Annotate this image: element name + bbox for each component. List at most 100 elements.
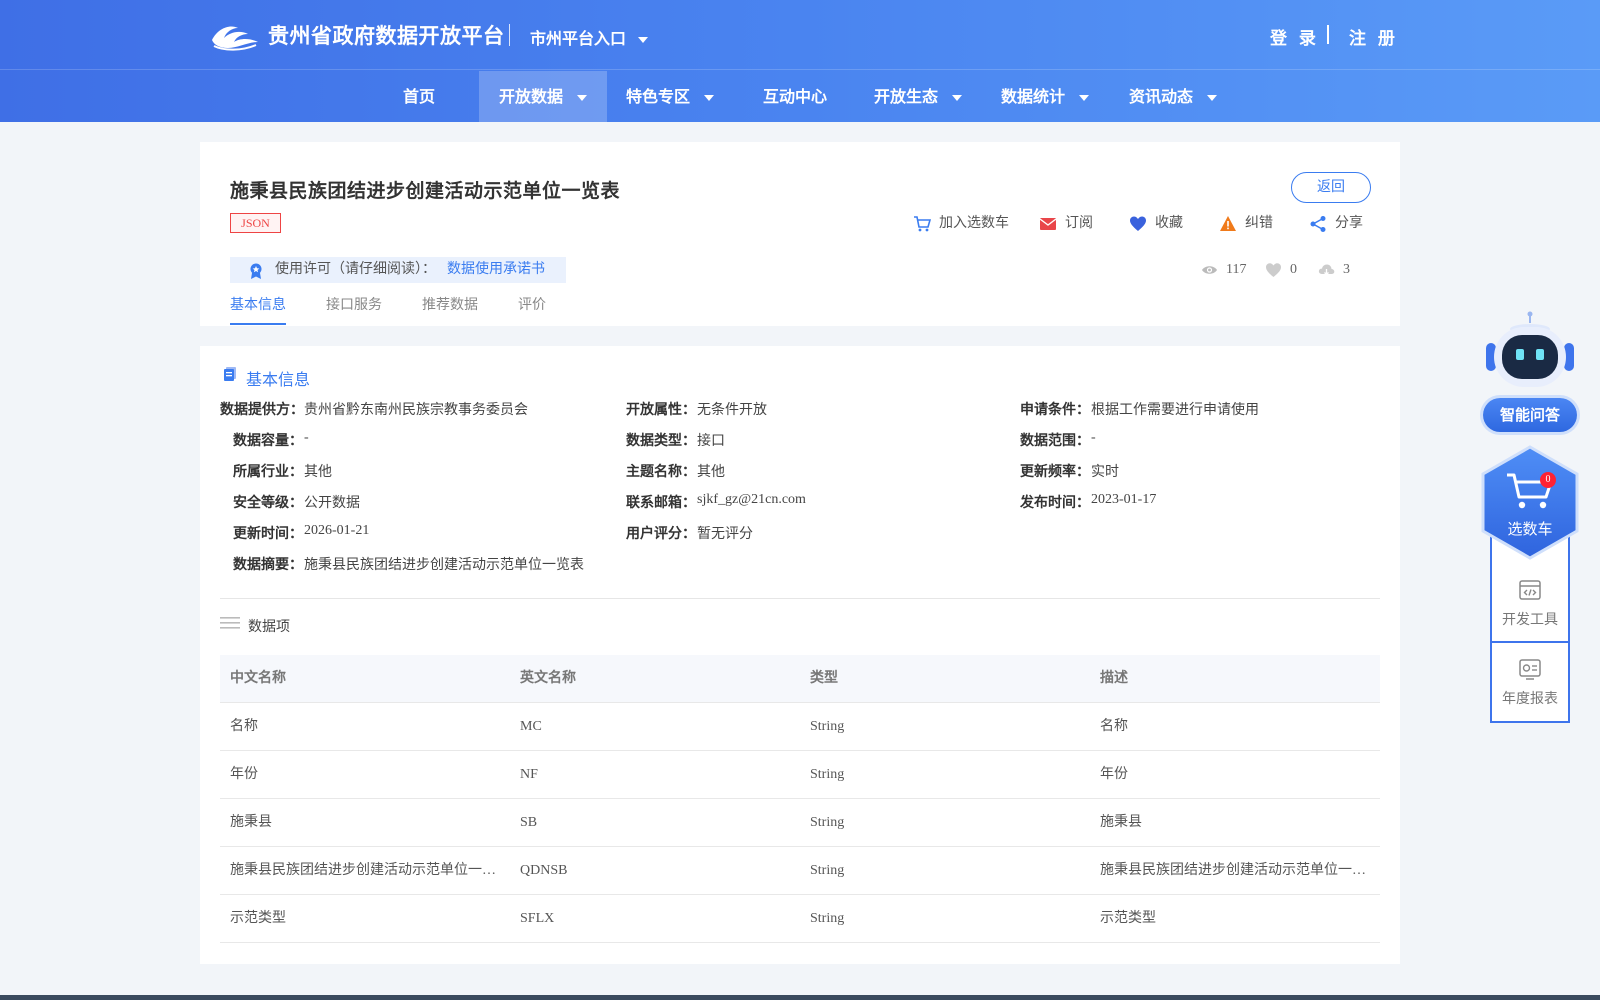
cart-icon	[914, 216, 931, 232]
nav-interaction[interactable]: 互动中心	[762, 71, 828, 122]
apply-cond-value: 根据工作需要进行申请使用	[1091, 403, 1259, 418]
data-type-label: 数据类型：	[626, 434, 696, 449]
login-link[interactable]: 登 录	[1270, 24, 1319, 49]
platform-logo-icon[interactable]	[208, 18, 260, 52]
cell-cn-name: 年份	[230, 767, 258, 782]
update-time-label: 更新时间：	[233, 527, 303, 542]
selection-cart-button[interactable]: 0 选数车	[1480, 445, 1580, 560]
document-icon	[224, 367, 236, 381]
industry-value: 其他	[304, 465, 332, 480]
heart-icon	[1130, 216, 1146, 231]
update-time-value: 2026-01-21	[304, 523, 370, 538]
publish-time-value: 2023-01-17	[1091, 492, 1157, 507]
dev-tools-button[interactable]: 开发工具	[1492, 578, 1568, 629]
license-agreement-link[interactable]: 数据使用承诺书	[447, 257, 545, 283]
downloads-count: 3	[1343, 262, 1350, 277]
share-label: 分享	[1335, 216, 1363, 231]
table-header: 中文名称 英文名称 类型 描述	[220, 655, 1380, 703]
table-row: 示范类型 SFLX String 示范类型	[220, 895, 1380, 943]
cloud-download-icon	[1318, 264, 1335, 276]
annual-report-button[interactable]: 年度报表	[1492, 657, 1568, 708]
cell-en-name: SB	[520, 815, 538, 830]
data-type-value: 接口	[697, 434, 725, 449]
report-label: 纠错	[1245, 216, 1273, 231]
header-divider	[509, 24, 510, 46]
data-items-title: 数据项	[248, 620, 290, 635]
dataset-detail-card: 基本信息 数据提供方： 贵州省黔东南州民族宗教事务委员会 数据容量： - 所属行…	[200, 346, 1400, 964]
add-cart-label: 加入选数车	[939, 216, 1009, 231]
cart-label: 选数车	[1507, 522, 1553, 538]
site-title[interactable]: 贵州省政府数据开放平台	[268, 20, 505, 50]
cell-desc: 施秉县	[1100, 815, 1142, 830]
tab-reviews[interactable]: 评价	[518, 294, 546, 324]
warning-icon	[1220, 216, 1236, 231]
nav-label: 资讯动态	[1128, 87, 1193, 106]
back-button[interactable]: 返回	[1291, 172, 1371, 203]
license-text: 使用许可（请仔细阅读）：	[275, 262, 436, 277]
summary-value: 施秉县民族团结进步创建活动示范单位一览表	[304, 558, 584, 573]
mail-icon	[1039, 218, 1057, 230]
share-icon	[1310, 216, 1326, 232]
section-divider	[220, 598, 1380, 599]
table-row: 年份 NF String 年份	[220, 751, 1380, 799]
city-entry-label: 市州平台入口	[530, 29, 627, 48]
apply-cond-label: 申请条件：	[1020, 403, 1090, 418]
provider-value: 贵州省黔东南州民族宗教事务委员会	[304, 403, 528, 418]
cell-type: String	[810, 767, 845, 782]
chevron-down-icon	[1207, 94, 1217, 101]
robot-assistant-icon[interactable]	[1482, 311, 1578, 391]
tab-recommended[interactable]: 推荐数据	[422, 294, 478, 324]
ai-qa-button[interactable]: 智能问答	[1483, 398, 1577, 432]
cell-type: String	[810, 719, 845, 734]
cell-desc: 年份	[1100, 767, 1128, 782]
cell-en-name: NF	[520, 767, 538, 782]
tab-basic-info[interactable]: 基本信息	[230, 294, 286, 324]
open-attr-value: 无条件开放	[697, 403, 767, 418]
likes-count: 0	[1290, 262, 1297, 277]
email-value: sjkf_gz@21cn.com	[697, 492, 806, 507]
chevron-down-icon	[1079, 94, 1089, 101]
nav-ecosystem[interactable]: 开放生态	[873, 71, 963, 122]
cell-en-name: MC	[520, 719, 542, 734]
dataset-title: 施秉县民族团结进步创建活动示范单位一览表	[230, 180, 621, 202]
active-tab-indicator	[230, 323, 286, 325]
capacity-value: -	[304, 430, 309, 445]
industry-label: 所属行业：	[233, 465, 303, 480]
cell-desc: 名称	[1100, 719, 1128, 734]
top-bar: 贵州省政府数据开放平台 市州平台入口 登 录 注 册	[0, 0, 1600, 70]
nav-home[interactable]: 首页	[397, 71, 441, 122]
nav-open-data[interactable]: 开放数据	[479, 71, 607, 122]
cart-count-badge: 0	[1540, 472, 1556, 488]
cell-cn-name: 名称	[230, 719, 258, 734]
cell-desc: 施秉县民族团结进步创建活动示范单位一览表	[1100, 863, 1370, 878]
nav-label: 首页	[402, 87, 435, 106]
register-link[interactable]: 注 册	[1349, 24, 1398, 49]
provider-label: 数据提供方：	[220, 403, 304, 418]
tab-api-service[interactable]: 接口服务	[326, 294, 382, 324]
basic-info-title: 基本信息	[246, 372, 311, 389]
dataset-header-card: 施秉县民族团结进步创建活动示范单位一览表 JSON 返回 加入选数车 订阅 收藏…	[200, 142, 1400, 326]
chevron-down-icon	[952, 94, 962, 101]
eye-icon	[1202, 266, 1217, 274]
cell-type: String	[810, 863, 845, 878]
nav-statistics[interactable]: 数据统计	[1000, 71, 1090, 122]
nav-news[interactable]: 资讯动态	[1128, 71, 1218, 122]
report-icon	[1519, 659, 1541, 680]
security-value: 公开数据	[304, 496, 360, 511]
cell-cn-name: 示范类型	[230, 911, 286, 926]
list-icon	[220, 617, 240, 629]
column-header: 英文名称	[520, 671, 576, 686]
annual-report-label: 年度报表	[1502, 692, 1558, 707]
format-badge: JSON	[230, 213, 281, 233]
tool-separator	[1492, 641, 1568, 643]
city-platform-dropdown[interactable]: 市州平台入口	[530, 25, 649, 49]
column-header: 中文名称	[230, 671, 286, 686]
auth-separator	[1327, 25, 1329, 44]
data-items-table: 中文名称 英文名称 类型 描述 名称 MC String 名称 年份 NF St…	[220, 655, 1380, 943]
nav-special-zone[interactable]: 特色专区	[625, 71, 715, 122]
views-count: 117	[1226, 262, 1247, 277]
open-attr-label: 开放属性：	[626, 403, 696, 418]
table-row: 施秉县 SB String 施秉县	[220, 799, 1380, 847]
favorite-label: 收藏	[1155, 216, 1183, 231]
rating-value: 暂无评分	[697, 527, 753, 542]
